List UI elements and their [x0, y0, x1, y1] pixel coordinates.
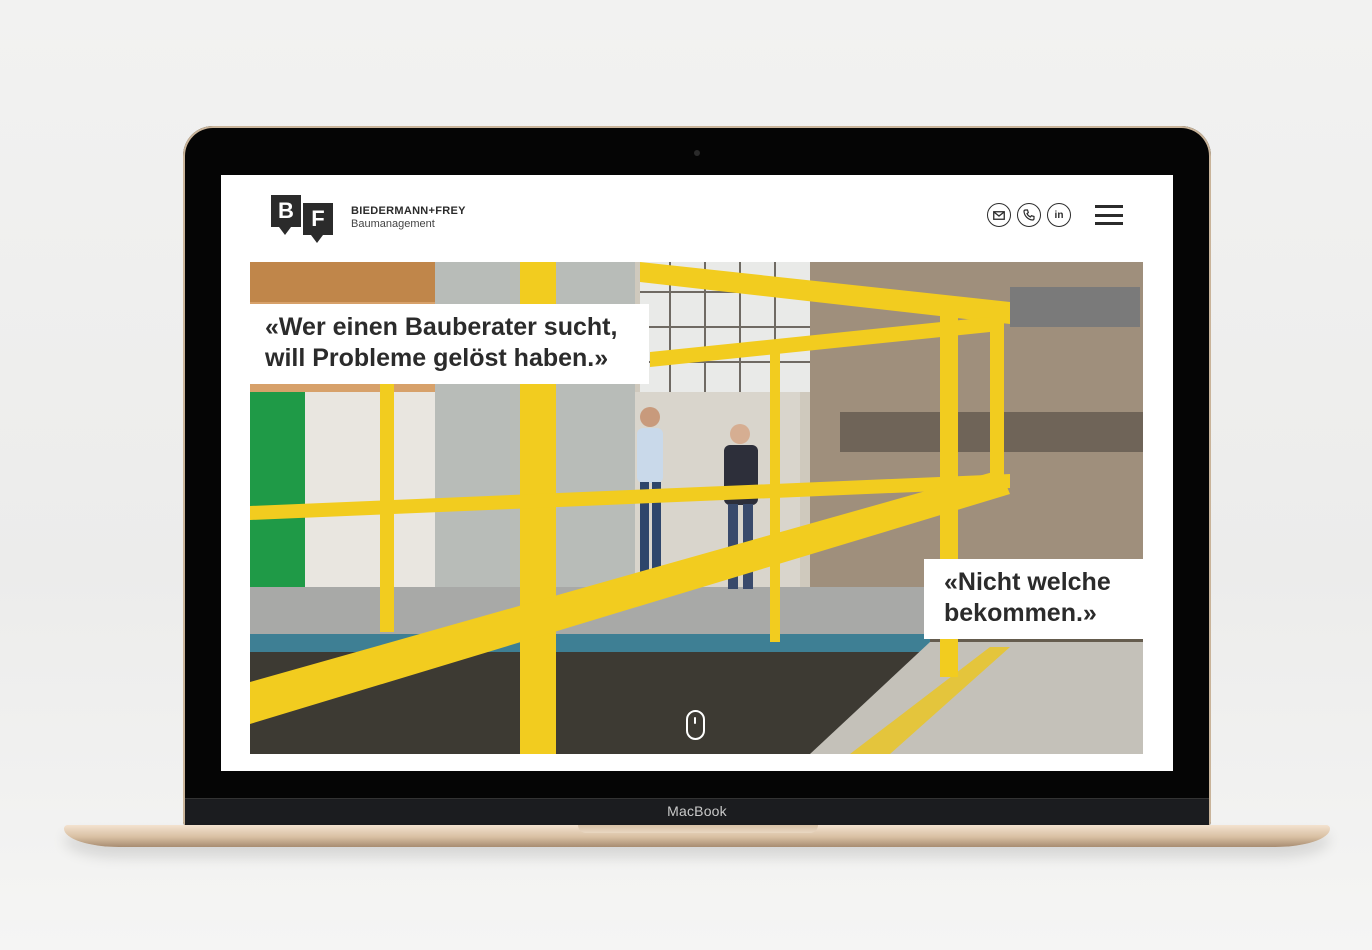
hero-banner: «Wer einen Bauberater sucht, will Proble…: [250, 262, 1143, 754]
logo-text: BIEDERMANN+FREY Baumanagement: [351, 205, 466, 230]
phone-icon[interactable]: [1017, 203, 1041, 227]
linkedin-icon[interactable]: in: [1047, 203, 1071, 227]
website-screen: B F BIEDERMANN+FREY Baumanagement in «We…: [221, 175, 1173, 771]
hero-quote-1: «Wer einen Bauberater sucht, will Proble…: [250, 304, 649, 384]
logo-name: BIEDERMANN+FREY: [351, 204, 466, 217]
site-logo[interactable]: B F BIEDERMANN+FREY Baumanagement: [271, 195, 466, 243]
logo-subtitle: Baumanagement: [351, 217, 435, 230]
hero-quote-2: «Nicht welche bekommen.»: [924, 559, 1143, 639]
menu-icon[interactable]: [1095, 205, 1123, 225]
laptop-chin: MacBook: [185, 798, 1209, 825]
laptop-mockup: B F BIEDERMANN+FREY Baumanagement in «We…: [0, 0, 1372, 950]
device-brand-label: MacBook: [667, 803, 727, 819]
scroll-mouse-icon[interactable]: [686, 710, 705, 740]
mail-icon[interactable]: [987, 203, 1011, 227]
logo-mark-icon: B F: [271, 195, 337, 243]
linkedin-glyph: in: [1054, 209, 1064, 221]
header-icons: in: [987, 203, 1123, 227]
laptop-notch: [578, 825, 818, 833]
camera-icon: [694, 150, 700, 156]
